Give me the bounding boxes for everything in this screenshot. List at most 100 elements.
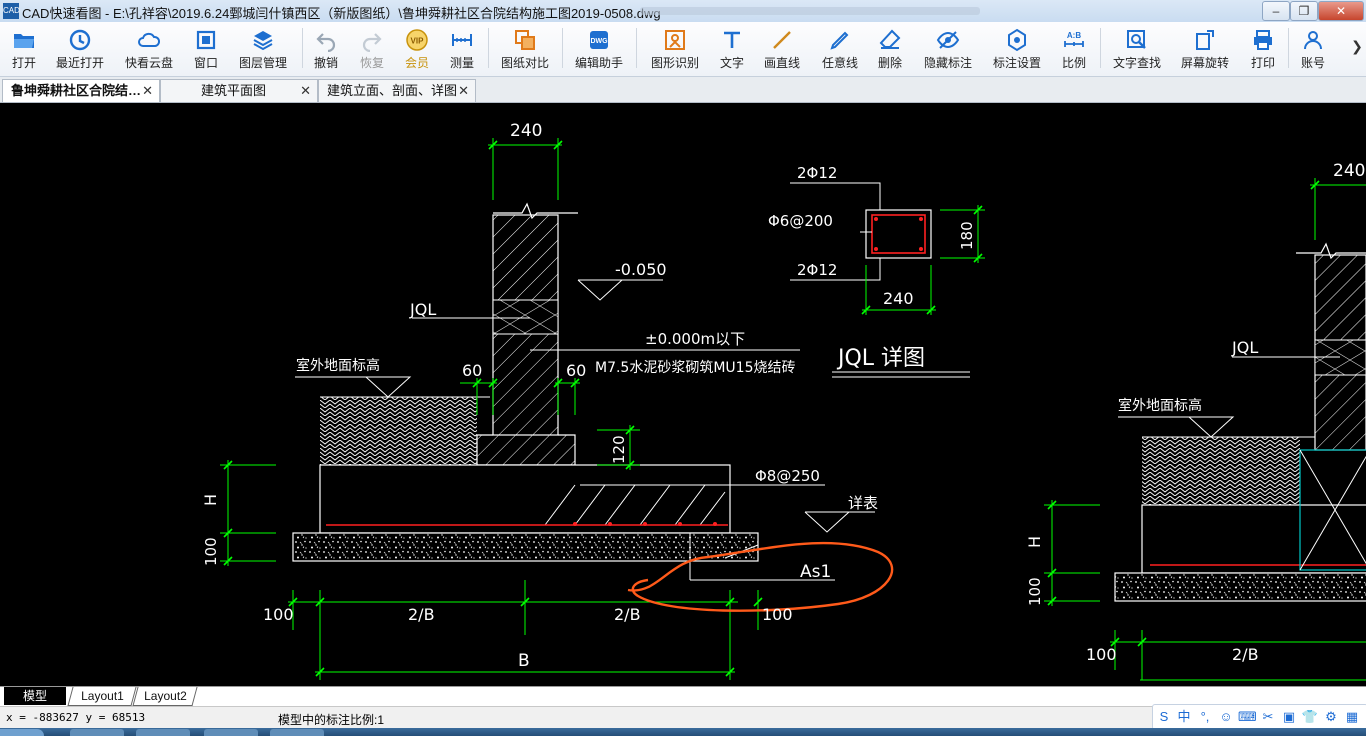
taskbar-item[interactable]	[70, 729, 124, 736]
toolbar-label: 画直线	[763, 56, 800, 70]
cloud-icon	[118, 26, 180, 52]
taskbar-item[interactable]	[136, 729, 190, 736]
stirrup-label: Φ6@200	[768, 212, 833, 230]
print-button[interactable]: 打印	[1244, 26, 1282, 72]
toolbar-label: 编辑助手	[574, 56, 623, 70]
drawing-canvas[interactable]: 240 -0.050 JQL ±0.000m以下 M7.5水泥砂浆砌筑MU15烧…	[0, 103, 1366, 686]
outdoor-level-label: 室外地面标高	[296, 357, 380, 374]
cad-drawing: 240 -0.050 JQL ±0.000m以下 M7.5水泥砂浆砌筑MU15烧…	[201, 121, 1366, 681]
dim-text: B	[518, 651, 530, 671]
skin-icon[interactable]: 👕	[1301, 708, 1319, 726]
tab-structure-drawing[interactable]: 鲁坤舜耕社区合院结… ✕	[2, 79, 160, 102]
rebar-label: 2Φ12	[797, 164, 837, 182]
emoji-icon[interactable]: ☺	[1217, 708, 1235, 726]
account-button[interactable]: 账号	[1294, 26, 1332, 72]
rebar-label: 2Φ12	[797, 261, 837, 279]
draw-line-button[interactable]: 画直线	[760, 26, 804, 72]
vip-button[interactable]: VIP 会员	[398, 26, 436, 72]
ime-logo-icon[interactable]: S	[1155, 708, 1173, 726]
annotation-scale: 模型中的标注比例:1	[278, 713, 385, 727]
minimize-button[interactable]: –	[1262, 1, 1290, 21]
elevation-note: ±0.000m以下	[645, 330, 745, 348]
toolbar-label: 屏幕旋转	[1180, 56, 1229, 70]
ime-chinese-mode[interactable]: 中	[1175, 708, 1193, 726]
annotation-settings-button[interactable]: 标注设置	[986, 26, 1048, 72]
material-note: M7.5水泥砂浆砌筑MU15烧结砖	[595, 360, 795, 376]
edit-assistant-icon: DWG	[568, 26, 630, 52]
toolbar-label: 比例	[1061, 56, 1086, 70]
shape-recognize-icon	[644, 26, 706, 52]
undo-button[interactable]: 撤销	[306, 26, 346, 72]
scale-button[interactable]: A:B 比例	[1054, 26, 1094, 72]
taskbar-item[interactable]	[270, 729, 324, 736]
svg-text:A:B: A:B	[1067, 31, 1081, 40]
rotate-screen-icon	[1174, 26, 1236, 52]
dim-text: H	[1025, 536, 1044, 548]
toolbar-label: 图纸对比	[500, 56, 549, 70]
tab-model[interactable]: 模型	[4, 687, 66, 705]
dim-text: 240	[1333, 161, 1365, 181]
close-button[interactable]: ✕	[1318, 1, 1364, 21]
text-button[interactable]: 文字	[712, 26, 752, 72]
taskbar-item[interactable]	[204, 729, 258, 736]
start-button[interactable]	[0, 729, 44, 736]
edit-assistant-button[interactable]: DWG 编辑助手	[568, 26, 630, 72]
drawing-compare-button[interactable]: 图纸对比	[494, 26, 556, 72]
dim-text: 180	[958, 221, 976, 250]
tab-elevation-section[interactable]: 建筑立面、剖面、详图 ✕	[318, 79, 476, 102]
delete-button[interactable]: 删除	[870, 26, 910, 72]
toolbar-label: 打开	[11, 56, 36, 70]
ime-toolbar[interactable]: S 中 °, ☺ ⌨ ✂ ▣ 👕 ⚙ ▦	[1152, 704, 1366, 730]
dim-text: 60	[462, 361, 482, 380]
window-button[interactable]: 窗口	[186, 26, 226, 72]
toolbar-separator	[562, 28, 563, 68]
maximize-button[interactable]: ❐	[1290, 1, 1318, 21]
dim-text: 2/B	[408, 605, 435, 624]
ime-punctuation[interactable]: °,	[1196, 708, 1214, 726]
open-button[interactable]: 打开	[2, 26, 46, 72]
compare-icon	[494, 26, 556, 52]
dim-text: 240	[510, 121, 542, 141]
hide-annotation-button[interactable]: 隐藏标注	[918, 26, 978, 72]
freehand-line-button[interactable]: 任意线	[818, 26, 862, 72]
level-text: -0.050	[615, 260, 667, 279]
tab-layout2[interactable]: Layout2	[132, 687, 198, 706]
tab-label: 建筑平面图	[201, 83, 267, 98]
recent-open-button[interactable]: 最近打开	[50, 26, 110, 72]
layer-manager-button[interactable]: 图层管理	[232, 26, 294, 72]
grid-menu-icon[interactable]: ▦	[1343, 708, 1361, 726]
toolbox-icon[interactable]: ▣	[1280, 708, 1298, 726]
screenshot-icon[interactable]: ✂	[1259, 708, 1277, 726]
jql-label: JQL	[409, 300, 436, 319]
tab-layout1[interactable]: Layout1	[67, 687, 137, 706]
measure-button[interactable]: 测量	[442, 26, 482, 72]
screen-rotate-button[interactable]: 屏幕旋转	[1174, 26, 1236, 72]
toolbar-label: 隐藏标注	[923, 56, 972, 70]
tab-close-icon[interactable]: ✕	[142, 80, 153, 102]
keyboard-icon[interactable]: ⌨	[1238, 708, 1257, 726]
tab-label: 鲁坤舜耕社区合院结…	[11, 83, 142, 98]
tab-label: Layout2	[143, 689, 187, 703]
toolbar-label: 标注设置	[992, 56, 1041, 70]
tab-floor-plan[interactable]: 建筑平面图 ✕	[160, 79, 318, 102]
settings-icon[interactable]: ⚙	[1322, 708, 1340, 726]
rebar-label: Φ8@250	[755, 467, 820, 485]
redo-button[interactable]: 恢复	[352, 26, 392, 72]
eye-hide-icon	[918, 26, 978, 52]
text-icon	[712, 26, 752, 52]
toolbar-label: 删除	[877, 56, 902, 70]
dim-text: 100	[1026, 577, 1044, 606]
tab-close-icon[interactable]: ✕	[300, 80, 311, 102]
main-toolbar: 打开 最近打开 快看云盘 窗口 图层管理 撤销 恢复 VIP 会员 测量 图纸对…	[0, 22, 1366, 77]
shape-recognize-button[interactable]: 图形识别	[644, 26, 706, 72]
window-title: CAD快速看图 - E:\孔祥容\2019.6.24鄄城闫什镇西区（新版图纸）\…	[22, 6, 661, 21]
text-search-button[interactable]: 文字查找	[1106, 26, 1168, 72]
account-icon	[1294, 26, 1332, 52]
freehand-pen-icon	[818, 26, 862, 52]
annotation-settings-icon	[986, 26, 1048, 52]
section-detail-right	[1044, 178, 1366, 681]
print-icon	[1244, 26, 1282, 52]
dim-text: 240	[883, 289, 914, 308]
tab-close-icon[interactable]: ✕	[458, 80, 469, 102]
cloud-drive-button[interactable]: 快看云盘	[118, 26, 180, 72]
